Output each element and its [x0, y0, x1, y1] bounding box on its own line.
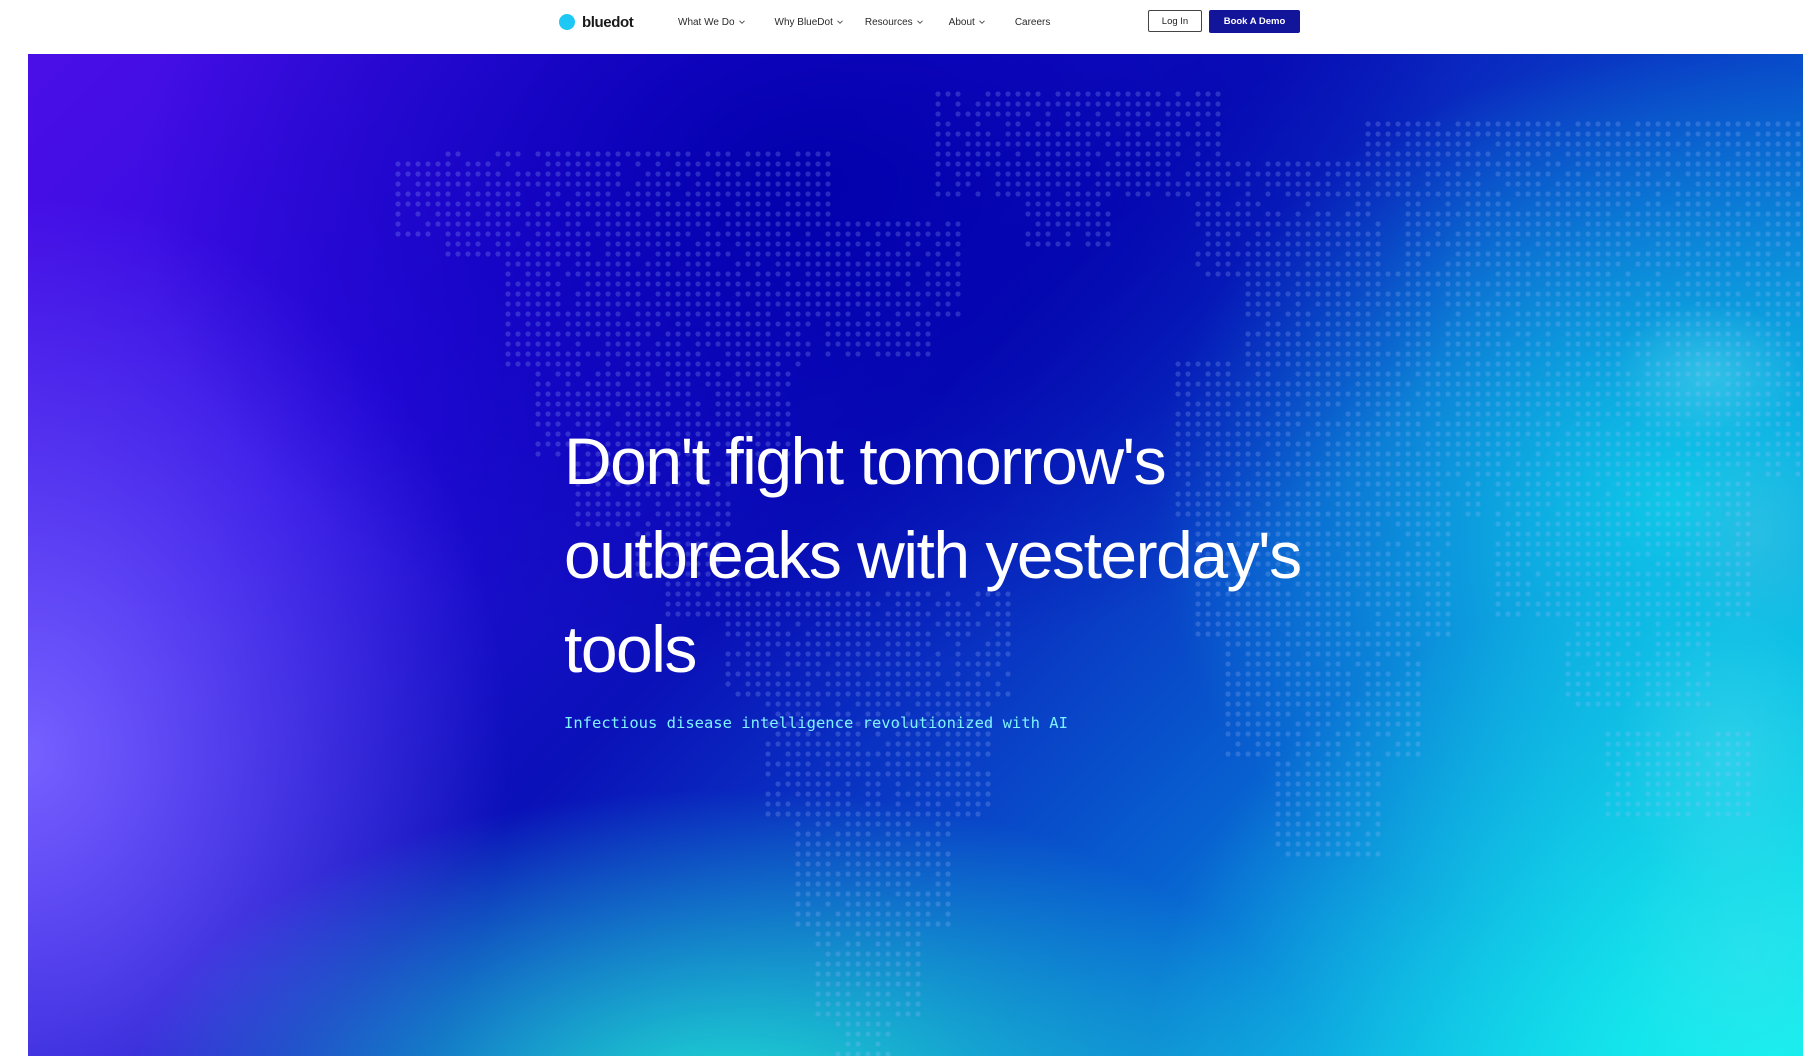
hero-tagline: Infectious disease intelligence revoluti…	[564, 714, 1068, 732]
bluedot-logo[interactable]: bluedot	[559, 12, 634, 32]
nav-item-label: About	[948, 16, 975, 28]
chevron-down-icon	[837, 19, 843, 25]
login-button[interactable]: Log In	[1148, 10, 1202, 32]
hero-headline: Don't fight tomorrow's outbreaks with ye…	[564, 424, 1302, 686]
nav-item-careers[interactable]: Careers	[1015, 17, 1051, 28]
hero-section: Don't fight tomorrow's outbreaks with ye…	[28, 54, 1803, 1056]
nav-item-label: Why BlueDot	[774, 16, 833, 28]
nav-menu: What We Do Why BlueDot Resources About C…	[678, 14, 1050, 30]
nav-item-why-bluedot[interactable]: Why BlueDot	[775, 17, 843, 28]
nav-item-about[interactable]: About	[949, 17, 985, 28]
book-demo-button[interactable]: Book A Demo	[1209, 10, 1300, 33]
nav-item-what-we-do[interactable]: What We Do	[678, 17, 745, 28]
nav-item-label: Resources	[864, 16, 913, 28]
logo-text: bluedot	[582, 13, 634, 31]
chevron-down-icon	[978, 19, 985, 25]
top-navigation: bluedot What We Do Why BlueDot Resources…	[0, 0, 1803, 44]
nav-item-label: What We Do	[678, 16, 735, 28]
chevron-down-icon	[916, 19, 923, 25]
logo-dot-icon	[559, 14, 575, 30]
chevron-down-icon	[738, 19, 745, 25]
nav-item-resources[interactable]: Resources	[865, 17, 923, 28]
nav-item-label: Careers	[1014, 16, 1051, 28]
